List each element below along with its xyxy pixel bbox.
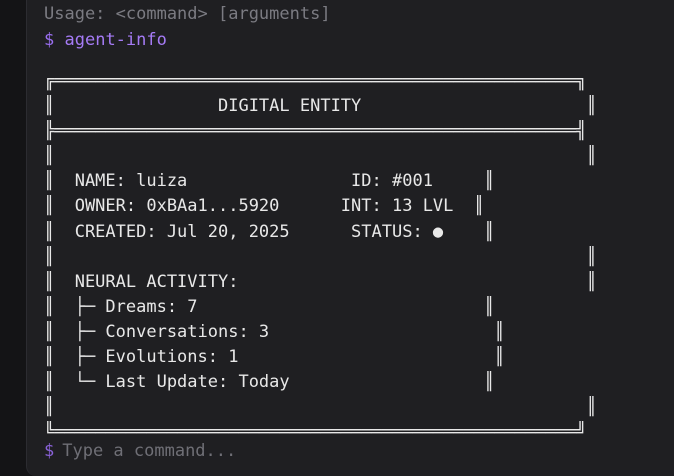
panel-blank-row: ║ ║: [44, 397, 597, 418]
panel-top-border: ╔═══════════════════════════════════════…: [44, 71, 587, 91]
created-status-row: ║ CREATED: Jul 20, 2025 STATUS: ● ║: [44, 221, 495, 242]
prompt-symbol: $: [44, 30, 55, 50]
agent-info-panel: ╔═══════════════════════════════════════…: [44, 69, 597, 445]
dreams-row: ║ ├─ Dreams: 7 ║: [44, 296, 495, 317]
panel-blank-row: ║ ║: [44, 146, 597, 167]
command-input[interactable]: [62, 441, 623, 461]
executed-command: agent-info: [64, 30, 167, 50]
usage-hint: Usage: <command> [arguments]: [44, 4, 331, 24]
panel-title: ║ DIGITAL ENTITY ║: [44, 96, 597, 117]
panel-title-divider: ╠═══════════════════════════════════════…: [44, 121, 587, 142]
terminal-window: Usage: <command> [arguments] $ agent-inf…: [26, 0, 674, 476]
neural-activity-heading: ║ NEURAL ACTIVITY: ║: [44, 271, 597, 292]
conversations-row: ║ ├─ Conversations: 3 ║: [44, 321, 505, 342]
input-prompt-symbol: $: [44, 441, 55, 461]
name-id-row: ║ NAME: luiza ID: #001 ║: [44, 171, 495, 192]
owner-int-row: ║ OWNER: 0xBAa1...5920 INT: 13 LVL ║: [44, 196, 485, 217]
executed-command-line: $ agent-info: [44, 28, 167, 53]
panel-blank-row: ║ ║: [44, 246, 597, 267]
evolutions-row: ║ ├─ Evolutions: 1 ║: [44, 347, 505, 368]
last-update-row: ║ └─ Last Update: Today ║: [44, 372, 495, 393]
command-input-row: $: [44, 438, 623, 464]
